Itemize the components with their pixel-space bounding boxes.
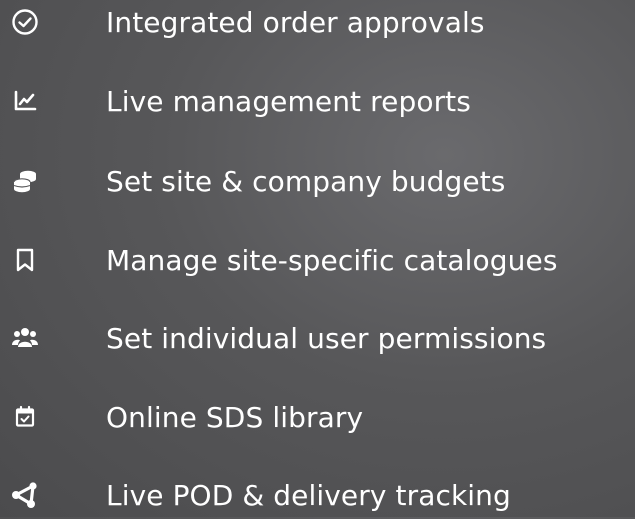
feature-list: Integrated order approvals Live manageme… xyxy=(0,0,635,517)
users-group-icon xyxy=(11,324,39,352)
feature-item-catalogues: Manage site-specific catalogues xyxy=(0,238,635,284)
feature-item-delivery-tracking: Live POD & delivery tracking xyxy=(0,473,635,519)
feature-item-budgets: Set site & company budgets xyxy=(0,159,635,205)
feature-item-sds-library: Online SDS library xyxy=(0,395,635,441)
feature-label: Integrated order approvals xyxy=(106,6,485,39)
coins-stack-icon xyxy=(11,167,39,195)
route-share-icon xyxy=(11,481,39,509)
feature-label: Online SDS library xyxy=(106,401,364,434)
feature-label: Set individual user permissions xyxy=(106,322,547,355)
feature-item-management-reports: Live management reports xyxy=(0,79,635,125)
feature-label: Live management reports xyxy=(106,85,471,118)
feature-label: Manage site-specific catalogues xyxy=(106,244,558,277)
feature-item-order-approvals: Integrated order approvals xyxy=(0,0,635,46)
line-chart-icon xyxy=(11,87,39,115)
feature-item-user-permissions: Set individual user permissions xyxy=(0,316,635,362)
calendar-check-icon xyxy=(11,403,39,431)
feature-label: Set site & company budgets xyxy=(106,165,506,198)
feature-label: Live POD & delivery tracking xyxy=(106,479,511,512)
bookmark-icon xyxy=(11,246,39,274)
check-circle-icon xyxy=(11,8,39,36)
